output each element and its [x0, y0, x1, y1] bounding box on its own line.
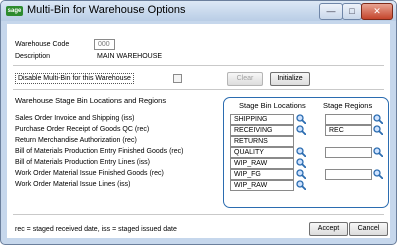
initialize-button-label: Initialize — [277, 75, 303, 82]
bin-lookup-icon[interactable] — [296, 180, 307, 191]
bin-lookup-icon[interactable] — [296, 158, 307, 169]
sage-logo: sage — [6, 6, 23, 16]
dialog-body: Warehouse Code 000 Description MAIN WARE… — [7, 24, 390, 238]
stage-row-label: Purchase Order Receipt of Goods QC (rec) — [15, 126, 150, 133]
bin-lookup-icon[interactable] — [296, 147, 307, 158]
stage-row-label: Sales Order Invoice and Shipping (iss) — [15, 115, 135, 122]
stage-row-label: Work Order Material Issue Finished Goods… — [15, 170, 164, 177]
region-lookup-icon[interactable] — [373, 147, 384, 158]
dialog-window: sage Multi-Bin for Warehouse Options — □… — [0, 0, 397, 245]
warehouse-code-label: Warehouse Code — [15, 41, 70, 48]
description-label: Description — [15, 53, 51, 60]
description-value: MAIN WAREHOUSE — [97, 53, 163, 60]
region-lookup-icon[interactable] — [373, 114, 384, 125]
bin-lookup-icon[interactable] — [296, 125, 307, 136]
window-title: Multi-Bin for Warehouse Options — [27, 4, 186, 16]
initialize-button[interactable]: Initialize — [270, 72, 310, 86]
stage-bin-field[interactable]: RETURNS — [230, 136, 294, 147]
separator — [13, 214, 384, 215]
stage-region-field[interactable] — [325, 169, 372, 180]
stage-bin-field[interactable]: WIP_RAW — [230, 180, 294, 191]
clear-button-label: Clear — [236, 75, 254, 82]
maximize-button[interactable]: □ — [342, 3, 362, 20]
stage-bin-field[interactable]: SHIPPING — [230, 114, 294, 125]
accept-button[interactable]: Accept — [309, 222, 348, 236]
stage-region-field[interactable] — [325, 147, 372, 158]
cancel-button[interactable]: Cancel — [349, 222, 388, 236]
stage-bin-field[interactable]: WIP_FG — [230, 169, 294, 180]
warehouse-code-field[interactable]: 000 — [94, 39, 115, 50]
bin-lookup-icon[interactable] — [296, 169, 307, 180]
col-header-stage-regions: Stage Regions — [323, 101, 373, 110]
section-title: Warehouse Stage Bin Locations and Region… — [15, 96, 167, 105]
stage-region-field[interactable]: REC — [325, 125, 372, 136]
separator — [13, 89, 384, 90]
disable-multibin-checkbox[interactable] — [173, 74, 182, 83]
stage-row-label: Bill of Materials Production Entry Lines… — [15, 159, 150, 166]
stage-row-label: Bill of Materials Production Entry Finis… — [15, 148, 184, 155]
close-button[interactable]: ✕ — [361, 3, 393, 20]
col-header-bin-locations: Stage Bin Locations — [239, 101, 306, 110]
region-lookup-icon[interactable] — [373, 169, 384, 180]
clear-button[interactable]: Clear — [227, 72, 263, 86]
stage-bin-field[interactable]: WIP_RAW — [230, 158, 294, 169]
stage-region-field[interactable] — [325, 114, 372, 125]
separator — [13, 65, 384, 66]
stage-bin-field[interactable]: RECEIVING — [230, 125, 294, 136]
cancel-button-label: Cancel — [357, 225, 380, 232]
bin-lookup-icon[interactable] — [296, 114, 307, 125]
accept-button-label: Accept — [317, 225, 340, 232]
stage-row-label: Work Order Material Issue Lines (iss) — [15, 181, 131, 188]
stage-bin-field[interactable]: QUALITY — [230, 147, 294, 158]
region-lookup-icon[interactable] — [373, 125, 384, 136]
minimize-button[interactable]: — — [319, 3, 343, 20]
title-bar[interactable]: sage Multi-Bin for Warehouse Options — □… — [1, 1, 396, 21]
disable-multibin-label[interactable]: Disable Multi-Bin for this Warehouse — [15, 73, 134, 84]
legend-note: rec = staged received date, iss = staged… — [15, 226, 177, 233]
stage-row-label: Return Merchandise Authorization (rec) — [15, 137, 137, 144]
